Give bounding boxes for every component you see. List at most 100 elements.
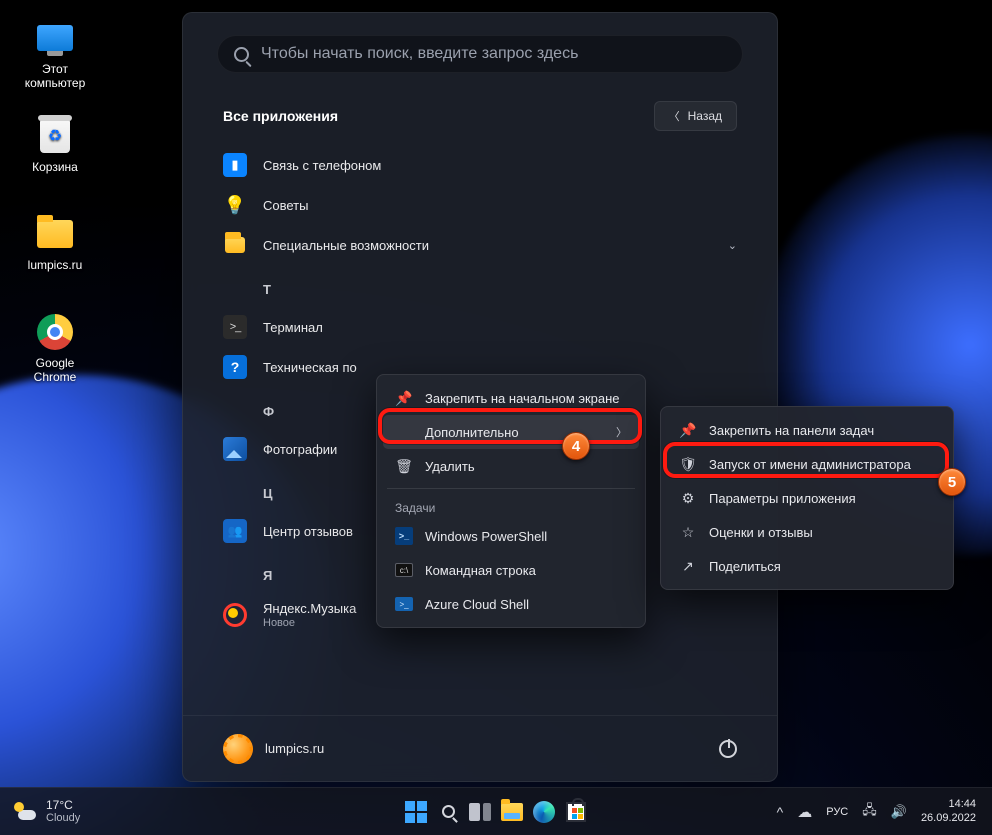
taskbar: 17°C Cloudy ^ ☁ РУС 🖧 🔊 14:44 26.09.2022 xyxy=(0,787,992,835)
app-terminal[interactable]: >_ Терминал xyxy=(207,307,753,347)
search-placeholder: Чтобы начать поиск, введите запрос здесь xyxy=(261,45,578,63)
app-label: Яндекс.Музыка xyxy=(263,601,356,616)
context-menu-more: 📌 Закрепить на панели задач 🛡 Запуск от … xyxy=(660,406,954,590)
phone-icon: ▮ xyxy=(223,153,247,177)
windows-icon xyxy=(405,801,427,823)
app-label: Техническая по xyxy=(263,360,357,375)
feedback-icon: 👥 xyxy=(223,519,247,543)
taskbar-store[interactable] xyxy=(563,799,589,825)
taskbar-weather[interactable]: 17°C Cloudy xyxy=(0,798,80,826)
desktop-icon-this-pc[interactable]: Этот компьютер xyxy=(16,18,94,90)
power-button[interactable] xyxy=(719,740,737,758)
app-label: Терминал xyxy=(263,320,323,335)
photos-icon xyxy=(223,437,247,461)
desktop-icon-label: Google Chrome xyxy=(34,356,77,384)
app-label: Фотографии xyxy=(263,442,337,457)
chevron-left-icon: 〈 xyxy=(669,108,680,124)
back-label: Назад xyxy=(688,109,722,123)
start-button[interactable] xyxy=(403,799,429,825)
ms-store-icon xyxy=(566,802,586,822)
menu-task-powershell[interactable]: >_ Windows PowerShell xyxy=(383,519,639,553)
menu-section-tasks: Задачи xyxy=(383,494,639,519)
weather-condition: Cloudy xyxy=(46,812,80,825)
user-account-button[interactable]: lumpics.ru xyxy=(223,734,324,764)
lightbulb-icon: 💡 xyxy=(223,193,247,217)
powershell-icon: >_ xyxy=(395,527,413,545)
tray-overflow-button[interactable]: ^ xyxy=(777,804,784,820)
chevron-down-icon: ⌄ xyxy=(728,239,737,252)
pin-icon: 📌 xyxy=(679,421,697,439)
app-sublabel: Новое xyxy=(263,617,356,629)
chrome-icon xyxy=(37,314,73,350)
file-explorer-icon xyxy=(501,803,523,821)
desktop-icon-label: lumpics.ru xyxy=(28,258,83,272)
app-phone-link[interactable]: ▮ Связь с телефоном xyxy=(207,145,753,185)
search-icon xyxy=(234,47,249,62)
app-tips[interactable]: 💡 Советы xyxy=(207,185,753,225)
search-icon xyxy=(442,805,455,818)
annotation-badge-4: 4 xyxy=(562,432,590,460)
menu-pin-to-start[interactable]: 📌 Закрепить на начальном экране xyxy=(383,381,639,415)
recycle-bin-icon: ♻ xyxy=(40,119,70,153)
chevron-right-icon: 〉 xyxy=(616,424,627,440)
user-name: lumpics.ru xyxy=(265,741,324,756)
terminal-icon: >_ xyxy=(223,315,247,339)
all-apps-title: Все приложения xyxy=(223,108,338,124)
time: 14:44 xyxy=(921,798,976,811)
onedrive-icon[interactable]: ☁ xyxy=(797,803,812,821)
cmd-icon: c:\ xyxy=(395,563,413,577)
task-view-button[interactable] xyxy=(467,799,493,825)
menu-task-cmd[interactable]: c:\ Командная строка xyxy=(383,553,639,587)
folder-icon xyxy=(225,237,245,253)
network-icon[interactable]: 🖧 xyxy=(862,801,877,823)
letter-header-t[interactable]: Т xyxy=(207,265,753,307)
app-label: Советы xyxy=(263,198,308,213)
app-label: Специальные возможности xyxy=(263,238,429,253)
app-label: Центр отзывов xyxy=(263,524,353,539)
desktop-icon-label: Корзина xyxy=(32,160,78,174)
star-icon: ☆ xyxy=(679,523,697,541)
avatar-icon xyxy=(223,734,253,764)
gear-icon: ⚙ xyxy=(679,489,697,507)
taskbar-search-button[interactable] xyxy=(435,799,461,825)
start-footer: lumpics.ru xyxy=(183,715,777,781)
menu-separator xyxy=(387,488,635,489)
azure-icon: >_ xyxy=(395,597,413,611)
pin-icon: 📌 xyxy=(395,389,413,407)
volume-icon[interactable]: 🔊 xyxy=(891,804,907,820)
taskbar-clock[interactable]: 14:44 26.09.2022 xyxy=(921,798,976,824)
menu-more[interactable]: Дополнительно 〉 xyxy=(383,415,639,449)
desktop-icon-folder[interactable]: lumpics.ru xyxy=(16,214,94,272)
date: 26.09.2022 xyxy=(921,812,976,825)
app-accessibility[interactable]: Специальные возможности ⌄ xyxy=(207,225,753,265)
menu-uninstall[interactable]: 🗑 Удалить xyxy=(383,449,639,483)
trash-icon: 🗑 xyxy=(395,457,413,475)
menu-task-azure[interactable]: >_ Azure Cloud Shell xyxy=(383,587,639,621)
desktop-icon-recycle-bin[interactable]: ♻ Корзина xyxy=(16,116,94,174)
yandex-music-icon xyxy=(223,603,247,627)
weather-icon xyxy=(14,800,36,822)
menu-app-settings[interactable]: ⚙ Параметры приложения xyxy=(667,481,947,515)
annotation-badge-5: 5 xyxy=(938,468,966,496)
weather-temp: 17°C xyxy=(46,798,80,812)
search-input[interactable]: Чтобы начать поиск, введите запрос здесь xyxy=(217,35,743,73)
task-view-icon xyxy=(469,803,491,821)
app-label: Связь с телефоном xyxy=(263,158,381,173)
taskbar-edge[interactable] xyxy=(531,799,557,825)
folder-icon xyxy=(37,220,73,248)
shield-icon: 🛡 xyxy=(679,455,697,473)
desktop-icon-chrome[interactable]: Google Chrome xyxy=(16,312,94,384)
menu-share[interactable]: ↗ Поделиться xyxy=(667,549,947,583)
menu-pin-to-taskbar[interactable]: 📌 Закрепить на панели задач xyxy=(667,413,947,447)
monitor-icon xyxy=(37,25,73,51)
taskbar-explorer[interactable] xyxy=(499,799,525,825)
menu-run-as-admin[interactable]: 🛡 Запуск от имени администратора xyxy=(667,447,947,481)
desktop-icon-label: Этот компьютер xyxy=(25,62,86,90)
help-icon: ? xyxy=(223,355,247,379)
language-indicator[interactable]: РУС xyxy=(826,806,848,818)
menu-reviews[interactable]: ☆ Оценки и отзывы xyxy=(667,515,947,549)
back-button[interactable]: 〈 Назад xyxy=(654,101,737,131)
edge-icon xyxy=(533,801,555,823)
context-menu-primary: 📌 Закрепить на начальном экране Дополнит… xyxy=(376,374,646,628)
share-icon: ↗ xyxy=(679,557,697,575)
